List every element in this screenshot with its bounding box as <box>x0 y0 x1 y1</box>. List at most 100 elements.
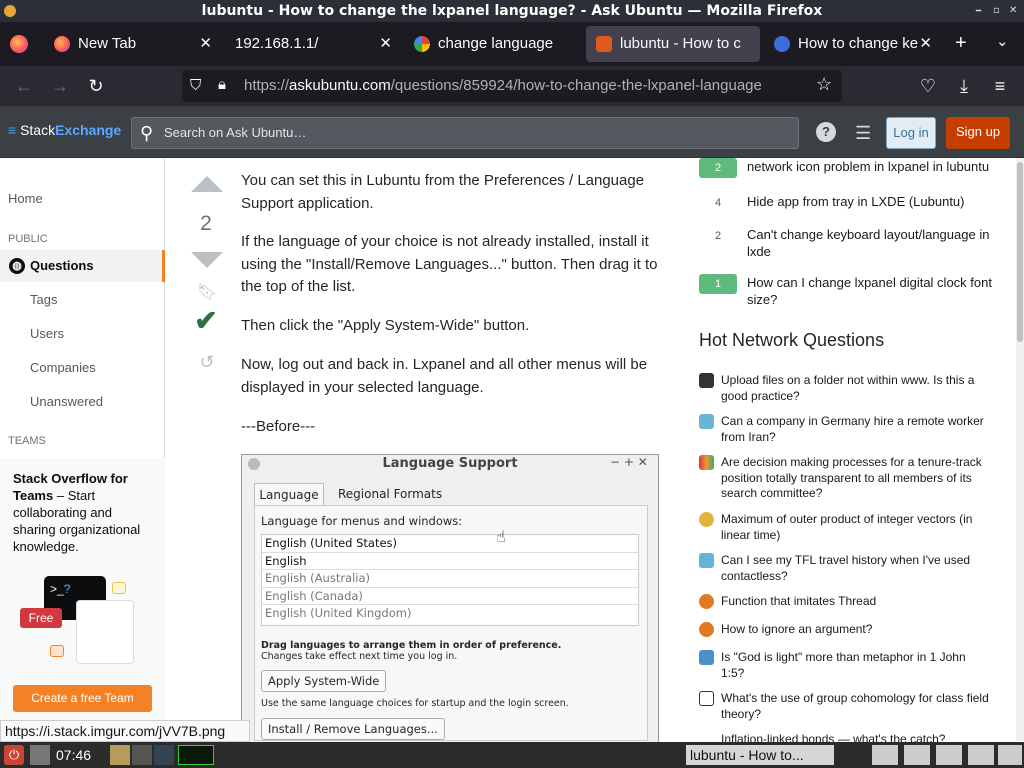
clock[interactable]: 07:46 <box>56 745 91 765</box>
upvote-icon[interactable] <box>191 176 223 192</box>
tab-label: 192.168.1.1/ <box>235 35 319 52</box>
answer-paragraph: Now, log out and back in. Lxpanel and al… <box>241 356 648 396</box>
nav-unanswered[interactable]: Unanswered <box>0 394 165 409</box>
scrollbar-thumb[interactable] <box>1017 162 1023 342</box>
answer-post: 2 🔖︎ ✔ ↺ You can set this in Lubuntu fro… <box>175 158 675 744</box>
related-question-title[interactable]: How can I change lxpanel digital clock f… <box>747 274 995 308</box>
help-icon[interactable]: ? <box>816 122 836 142</box>
language-item: English (Australia) <box>262 570 638 588</box>
tab-label: lubuntu - How to c <box>620 35 741 52</box>
mathoverflow-icon <box>699 691 714 706</box>
downloads-icon[interactable]: ⤓ <box>952 74 976 98</box>
tab-keyboard[interactable]: How to change ke ✕ <box>764 26 940 62</box>
nav-tags[interactable]: Tags <box>0 292 165 307</box>
power-icon[interactable]: ⏻ <box>4 745 24 765</box>
close-window-button[interactable]: ✕ <box>1009 0 1017 22</box>
answer-count-badge: 2 <box>699 158 737 178</box>
forward-arrow-icon[interactable]: → <box>48 74 72 98</box>
accepted-check-icon: ✔ <box>194 305 218 336</box>
answer-count-badge: 1 <box>699 274 737 294</box>
list-all-tabs-icon[interactable]: ⌄ <box>996 32 1009 50</box>
create-team-button[interactable]: Create a free Team <box>13 685 152 712</box>
apply-system-wide-button: Apply System-Wide <box>261 670 387 692</box>
free-badge: Free <box>20 608 62 628</box>
speech-bubble-icon <box>50 645 64 657</box>
nav-users[interactable]: Users <box>0 326 165 341</box>
dialog-app-icon <box>248 458 260 470</box>
login-button[interactable]: Log in <box>886 117 936 149</box>
stackexchange-logo[interactable]: ≡ StackExchange <box>8 122 121 138</box>
desktop-icon[interactable] <box>30 745 50 765</box>
search-icon[interactable] <box>132 745 152 765</box>
related-question-title[interactable]: network icon problem in lxpanel in lubun… <box>747 158 995 175</box>
bookmark-star-icon[interactable]: ☆ <box>816 74 832 95</box>
firefox-view-icon[interactable] <box>10 35 28 53</box>
answer-paragraph: Then click the "Apply System-Wide" butto… <box>241 317 530 334</box>
terminal-icon[interactable] <box>154 745 174 765</box>
tab-google[interactable]: change language <box>404 26 580 62</box>
cpu-monitor-icon <box>178 745 214 765</box>
bookmark-icon[interactable]: 🔖︎ <box>192 282 222 302</box>
language-item: English (Canada) <box>262 588 638 606</box>
lock-icon[interactable]: 🔒︎ <box>218 76 226 93</box>
app-menu-icon[interactable] <box>4 5 16 17</box>
dialog-tab-language: Language <box>254 483 324 505</box>
network-icon[interactable] <box>936 745 962 765</box>
file-manager-icon[interactable] <box>110 745 130 765</box>
speech-bubble-icon <box>112 582 126 594</box>
minimize-button[interactable]: ⎯ <box>976 0 981 22</box>
menu-hamburger-icon[interactable]: ≡ <box>988 74 1012 98</box>
public-heading: PUBLIC <box>8 233 48 245</box>
codegolf-icon <box>699 512 714 527</box>
apply-hint: Use the same language choices for startu… <box>261 698 569 709</box>
nav-questions[interactable]: ◍ Questions <box>0 250 165 282</box>
hot-question[interactable]: Inflation-linked bonds — what's the catc… <box>699 732 999 742</box>
page-scrollbar[interactable] <box>1016 158 1024 741</box>
tab-router[interactable]: 192.168.1.1/ ✕ <box>224 26 400 62</box>
nav-companies[interactable]: Companies <box>0 360 165 375</box>
nav-home[interactable]: Home <box>0 191 165 206</box>
downvote-icon[interactable] <box>191 252 223 268</box>
tab-strip: New Tab ✕ 192.168.1.1/ ✕ change language… <box>0 22 1024 66</box>
language-item: English (United Kingdom) <box>265 606 412 621</box>
url-bar[interactable]: ⛉ 🔒︎ https://askubuntu.com/questions/859… <box>182 70 842 102</box>
window-list-icon[interactable] <box>904 745 930 765</box>
taskbar-window-button[interactable]: lubuntu - How to... <box>686 745 834 765</box>
codereview-icon <box>699 622 714 637</box>
site-switcher-icon[interactable]: ☰ <box>855 123 871 144</box>
hermeneutics-icon <box>699 650 714 665</box>
language-support-screenshot[interactable]: Language Support − + ✕ Language Regional… <box>241 454 659 744</box>
tab-new-tab[interactable]: New Tab ✕ <box>44 26 220 62</box>
signup-button[interactable]: Sign up <box>946 117 1010 149</box>
dialog-label: Language for menus and windows: <box>261 514 463 528</box>
globe-icon: ◍ <box>9 258 25 274</box>
tray-icon[interactable] <box>998 745 1022 765</box>
site-header: ≡ StackExchange ⚲ Search on Ask Ubuntu… … <box>0 106 1024 158</box>
webmasters-icon <box>699 373 714 388</box>
shield-icon[interactable]: ⛉ <box>190 77 201 94</box>
teams-promo: Stack Overflow for Teams – Start collabo… <box>0 458 165 720</box>
url-text[interactable]: https://askubuntu.com/questions/859924/h… <box>244 70 762 102</box>
academia-icon <box>699 455 714 470</box>
volume-icon[interactable] <box>968 745 994 765</box>
maximize-button[interactable]: ▫ <box>993 0 1000 22</box>
related-question-title[interactable]: Can't change keyboard layout/language in… <box>747 226 995 260</box>
close-tab-icon[interactable]: ✕ <box>199 26 212 62</box>
reload-icon[interactable]: ↻ <box>84 74 108 98</box>
close-tab-icon[interactable]: ✕ <box>919 26 932 62</box>
pocket-icon[interactable]: ♡ <box>916 74 940 98</box>
back-arrow-icon[interactable]: ← <box>12 74 36 98</box>
search-icon: ⚲ <box>140 123 154 143</box>
tab-lubuntu-active[interactable]: lubuntu - How to c <box>586 26 760 62</box>
right-sidebar: 2 network icon problem in lxpanel in lub… <box>690 158 1010 742</box>
dialog-window-controls-icon: − + ✕ <box>610 455 648 469</box>
answer-count-badge: 4 <box>714 197 722 209</box>
related-question-title[interactable]: Hide app from tray in LXDE (Lubuntu) <box>747 193 995 210</box>
answer-paragraph: You can set this in Lubuntu from the Pre… <box>241 172 645 212</box>
site-search-input[interactable]: ⚲ Search on Ask Ubuntu… <box>131 117 799 149</box>
close-tab-icon[interactable]: ✕ <box>379 26 392 62</box>
new-tab-plus-icon[interactable]: + <box>955 32 967 55</box>
dialog-title: Language Support <box>382 456 518 471</box>
history-icon[interactable]: ↺ <box>192 352 222 373</box>
firefox-icon[interactable] <box>872 745 898 765</box>
